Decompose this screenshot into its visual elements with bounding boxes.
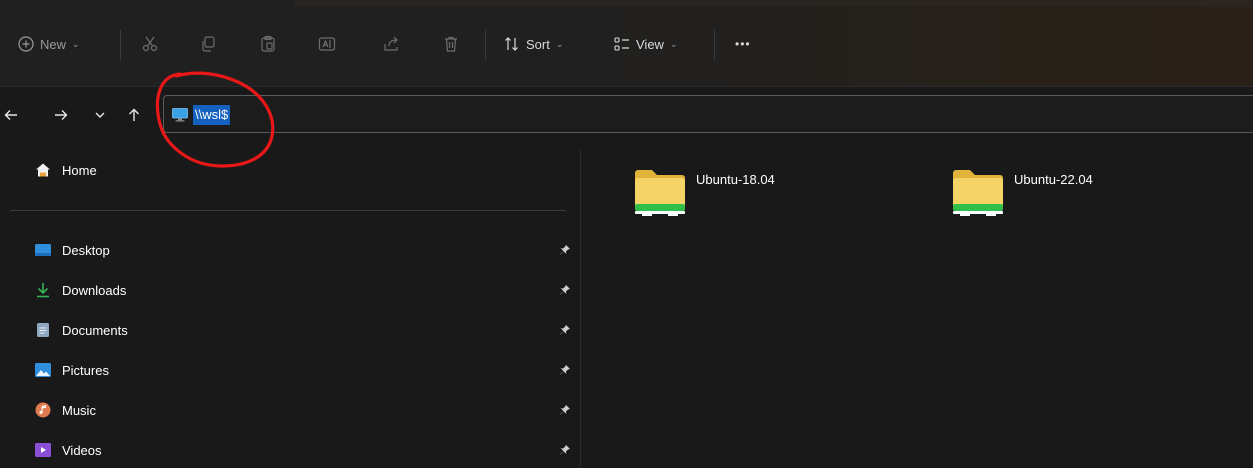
view-button-label: View <box>636 36 664 52</box>
home-icon <box>35 162 51 178</box>
sort-button[interactable]: Sort ⌄ <box>504 28 563 60</box>
paste-button[interactable] <box>259 28 277 60</box>
pin-icon <box>559 324 571 339</box>
videos-icon <box>35 442 51 458</box>
toolbar-divider <box>120 30 121 60</box>
arrow-left-icon <box>4 108 18 125</box>
folder-item[interactable]: Ubuntu-18.04 <box>634 168 894 228</box>
chevron-down-icon <box>94 109 106 124</box>
folder-item[interactable]: Ubuntu-22.04 <box>952 168 1212 228</box>
new-button-label: New <box>40 36 67 52</box>
plus-circle-icon <box>18 36 34 52</box>
address-bar[interactable]: \\wsl$ <box>163 95 1253 133</box>
arrow-right-icon <box>54 108 68 125</box>
forward-button[interactable] <box>50 104 72 128</box>
pin-icon <box>559 244 571 259</box>
sidebar-item-videos[interactable]: Videos <box>0 432 580 468</box>
rename-icon <box>318 35 336 53</box>
copy-icon <box>199 35 217 53</box>
folder-name: Ubuntu-22.04 <box>1014 172 1093 187</box>
sidebar-item-music[interactable]: Music <box>0 392 580 428</box>
sidebar-item-pictures[interactable]: Pictures <box>0 352 580 388</box>
share-icon <box>382 35 400 53</box>
network-folder-icon <box>952 168 1004 221</box>
share-button[interactable] <box>382 28 400 60</box>
view-button[interactable]: View ⌄ <box>614 28 678 60</box>
toolbar-divider <box>714 30 715 60</box>
pin-icon <box>559 444 571 459</box>
recent-locations-button[interactable] <box>89 104 111 128</box>
more-options-button[interactable]: ••• <box>735 28 751 60</box>
sidebar-item-label: Downloads <box>62 282 127 298</box>
pictures-icon <box>35 362 51 378</box>
sidebar-item-documents[interactable]: Documents <box>0 312 580 348</box>
cut-icon <box>141 35 159 53</box>
folder-name: Ubuntu-18.04 <box>696 172 775 187</box>
toolbar-divider <box>485 30 486 60</box>
sidebar-item-desktop[interactable]: Desktop <box>0 232 580 268</box>
sidebar-item-label: Home <box>62 162 97 178</box>
address-path-text[interactable]: \\wsl$ <box>193 105 231 125</box>
sidebar-item-label: Desktop <box>62 242 110 258</box>
sort-icon <box>504 36 520 52</box>
sort-button-label: Sort <box>526 36 550 52</box>
desktop-icon <box>35 242 51 258</box>
title-strip <box>295 0 1253 6</box>
music-icon <box>35 402 51 418</box>
sidebar-item-label: Videos <box>62 442 102 458</box>
delete-button[interactable] <box>442 28 460 60</box>
sidebar-item-downloads[interactable]: Downloads <box>0 272 580 308</box>
documents-icon <box>35 322 51 338</box>
sidebar-item-label: Documents <box>62 322 128 338</box>
downloads-icon <box>35 282 51 298</box>
new-button[interactable]: New ⌄ <box>18 28 80 60</box>
cut-button[interactable] <box>141 28 159 60</box>
sidebar-item-label: Music <box>62 402 96 418</box>
paste-icon <box>259 35 277 53</box>
pin-icon <box>559 284 571 299</box>
copy-button[interactable] <box>199 28 217 60</box>
sidebar-divider <box>10 210 566 211</box>
more-icon: ••• <box>735 37 751 51</box>
network-folder-icon <box>634 168 686 221</box>
command-bar: New ⌄ Sort ⌄ View ⌄ ••• <box>0 0 1253 87</box>
pin-icon <box>559 404 571 419</box>
chevron-down-icon: ⌄ <box>669 38 678 49</box>
sidebar-item-home[interactable]: Home <box>0 152 580 188</box>
chevron-down-icon: ⌄ <box>72 38 80 49</box>
back-button[interactable] <box>0 104 22 128</box>
up-button[interactable] <box>123 104 145 128</box>
pane-splitter[interactable] <box>580 150 581 466</box>
pin-icon <box>559 364 571 379</box>
chevron-down-icon: ⌄ <box>555 38 564 49</box>
delete-icon <box>442 35 460 53</box>
sidebar-item-label: Pictures <box>62 362 109 378</box>
arrow-up-icon <box>127 108 141 125</box>
network-computer-icon <box>172 108 188 125</box>
rename-button[interactable] <box>318 28 336 60</box>
view-icon <box>614 36 630 52</box>
